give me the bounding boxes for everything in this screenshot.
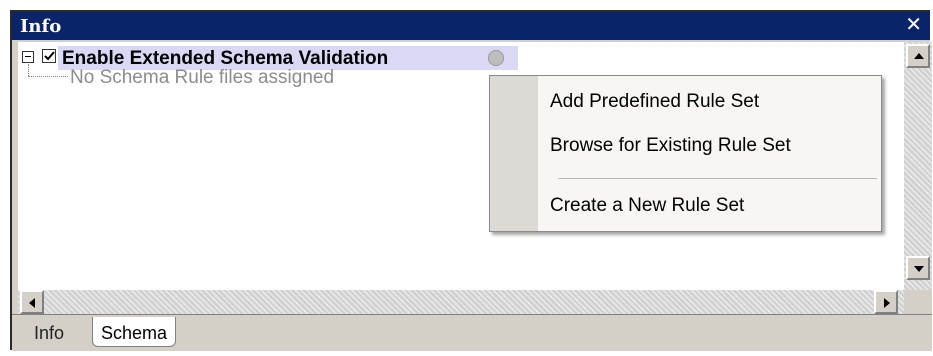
scrollbar-corner <box>904 290 932 314</box>
scroll-down-button[interactable] <box>906 256 930 280</box>
tab-info[interactable]: Info <box>26 317 72 347</box>
arrow-right-icon <box>884 298 890 308</box>
arrow-left-icon <box>29 298 35 308</box>
arrow-down-icon <box>914 266 924 272</box>
menu-icon-strip <box>490 76 538 231</box>
menu-item-create-new-rule-set[interactable]: Create a New Rule Set <box>550 195 744 217</box>
horizontal-scrollbar[interactable] <box>18 290 904 314</box>
tab-bar: Info Schema <box>12 314 932 351</box>
collapse-icon[interactable] <box>22 51 34 63</box>
panel-title: Info <box>20 16 62 37</box>
title-bar: Info ✕ <box>12 12 930 40</box>
arrow-up-icon <box>914 53 924 59</box>
menu-item-browse-existing-rule-set[interactable]: Browse for Existing Rule Set <box>550 135 791 157</box>
checkmark-icon <box>44 51 55 61</box>
scroll-up-button[interactable] <box>906 44 930 68</box>
menu-item-add-predefined-rule-set[interactable]: Add Predefined Rule Set <box>550 91 759 113</box>
close-icon[interactable]: ✕ <box>905 14 922 36</box>
menu-separator <box>558 178 877 179</box>
tab-schema[interactable]: Schema <box>92 317 177 347</box>
enable-validation-checkbox[interactable] <box>42 49 56 63</box>
scroll-left-button[interactable] <box>20 290 44 314</box>
tree-connector-horizontal <box>28 76 68 77</box>
vertical-scrollbar[interactable] <box>904 42 932 290</box>
no-rule-files-label: No Schema Rule files assigned <box>70 67 335 88</box>
context-menu: Add Predefined Rule Set Browse for Exist… <box>489 75 882 232</box>
rule-settings-icon[interactable] <box>488 50 504 66</box>
scroll-right-button[interactable] <box>874 290 898 314</box>
tree-connector <box>28 64 29 76</box>
